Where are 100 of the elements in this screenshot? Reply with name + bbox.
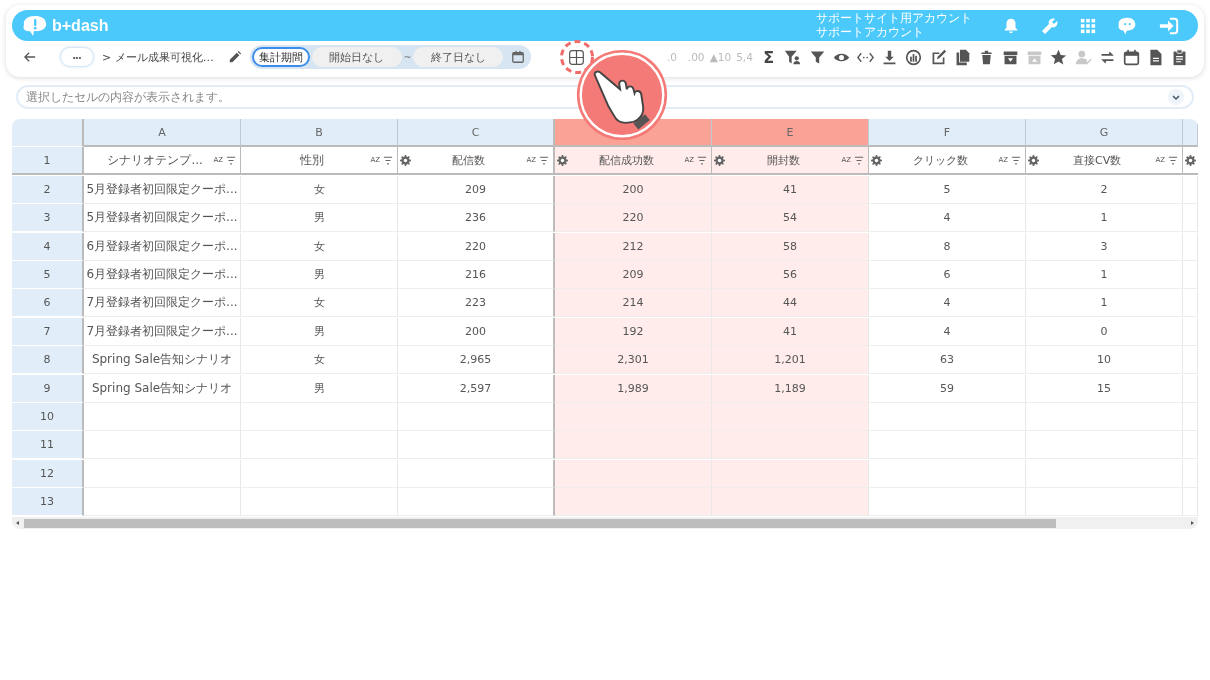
settings-icon[interactable]: [400, 154, 411, 166]
table-cell[interactable]: 1,201: [712, 346, 869, 375]
column-header: 開封数: [765, 152, 801, 168]
table-cell[interactable]: 56: [712, 260, 869, 289]
horizontal-scrollbar[interactable]: [12, 517, 1198, 530]
table-cell[interactable]: 女: [241, 289, 398, 318]
table-cell[interactable]: 7月登録者初回限定クーポ...: [84, 317, 241, 346]
table-cell[interactable]: 7月登録者初回限定クーポ...: [84, 289, 241, 318]
period-tab[interactable]: 開始日なし: [311, 47, 402, 67]
table-cell[interactable]: 58: [712, 232, 869, 261]
format-button[interactable]: Σ: [763, 47, 775, 67]
more-button[interactable]: •••: [60, 47, 94, 67]
calendar-icon[interactable]: [1123, 48, 1141, 66]
table-cell[interactable]: 1: [1026, 289, 1183, 318]
apps-icon[interactable]: [1080, 17, 1096, 34]
logo-text: b+dash: [52, 16, 109, 35]
settings-icon[interactable]: [871, 154, 882, 166]
table-cell[interactable]: 5月登録者初回限定クーポ...: [84, 175, 241, 204]
table-cell[interactable]: 3: [1026, 232, 1183, 261]
back-arrow-icon[interactable]: [24, 51, 36, 63]
table-cell[interactable]: 4: [869, 289, 1026, 318]
column-header: 直接CV数: [1072, 152, 1123, 168]
table-cell[interactable]: 4: [869, 204, 1026, 233]
settings-icon[interactable]: [714, 154, 725, 166]
pencil-icon[interactable]: [227, 50, 242, 64]
row-number: 2: [12, 175, 84, 204]
settings-icon[interactable]: [557, 154, 568, 166]
logo-icon: [22, 14, 48, 37]
formula-field[interactable]: 選択したセルの内容が表示されます。: [16, 85, 1194, 109]
table-cell[interactable]: 女: [241, 175, 398, 204]
chevron-down-icon[interactable]: [1168, 89, 1184, 105]
column-header: シナリオテンプ...: [106, 151, 204, 169]
filter-icon[interactable]: [226, 155, 236, 165]
table-cell[interactable]: 男: [241, 317, 398, 346]
table-cell[interactable]: 1: [1026, 260, 1183, 289]
table-cell[interactable]: 5月登録者初回限定クーポ...: [84, 204, 241, 233]
table-cell[interactable]: 6: [869, 260, 1026, 289]
table-cell[interactable]: Spring Sale告知シナリオ: [84, 346, 241, 375]
settings-icon[interactable]: [1185, 154, 1196, 166]
table-cell[interactable]: 209: [555, 260, 712, 289]
filter-person-icon[interactable]: [784, 48, 802, 66]
table-cell[interactable]: 女: [241, 232, 398, 261]
column-header: 配信数: [451, 152, 487, 168]
grid-icon[interactable]: [568, 48, 586, 66]
table-cell[interactable]: 44: [712, 289, 869, 318]
column-letter[interactable]: G: [1026, 119, 1183, 147]
table-cell[interactable]: 男: [241, 204, 398, 233]
column-letter[interactable]: C: [398, 119, 555, 147]
table-cell[interactable]: 男: [241, 260, 398, 289]
filter-icon[interactable]: [539, 155, 549, 165]
table-cell[interactable]: 10: [1026, 346, 1183, 375]
table-cell[interactable]: 男: [241, 374, 398, 403]
table-cell[interactable]: 1,189: [712, 374, 869, 403]
table-cell[interactable]: 0: [1026, 317, 1183, 346]
table-cell[interactable]: 2: [1026, 175, 1183, 204]
table-cell[interactable]: 192: [555, 317, 712, 346]
column-header: 性別: [299, 151, 326, 169]
table-cell[interactable]: 1,989: [555, 374, 712, 403]
end-date-field[interactable]: 終了日なし: [413, 47, 504, 67]
table-cell[interactable]: 41: [712, 175, 869, 204]
sign-in-icon[interactable]: [1158, 15, 1180, 36]
table-cell[interactable]: 200: [555, 175, 712, 204]
column-header: 配信成功数: [597, 152, 655, 168]
period-tab[interactable]: 集計期間: [251, 47, 310, 67]
filter-icon[interactable]: [1168, 155, 1178, 165]
column-letter[interactable]: F: [869, 119, 1026, 147]
table-cell[interactable]: 214: [555, 289, 712, 318]
table-cell[interactable]: 8: [869, 232, 1026, 261]
chat-icon[interactable]: [1116, 15, 1138, 36]
table-cell[interactable]: 41: [712, 317, 869, 346]
filter-icon[interactable]: [854, 155, 864, 165]
column-header: クリック数: [911, 152, 969, 168]
chart-icon[interactable]: [905, 48, 923, 66]
bell-icon[interactable]: [1002, 16, 1020, 35]
table-cell[interactable]: 63: [869, 346, 1026, 375]
table-cell[interactable]: 女: [241, 346, 398, 375]
table-cell[interactable]: 6月登録者初回限定クーポ...: [84, 232, 241, 261]
row-number: 13: [12, 488, 84, 517]
table-cell[interactable]: 2,301: [555, 346, 712, 375]
table-cell[interactable]: 212: [555, 232, 712, 261]
settings-icon[interactable]: [1028, 154, 1039, 166]
table-cell[interactable]: 59: [869, 374, 1026, 403]
table-cell[interactable]: 54: [712, 204, 869, 233]
table-cell[interactable]: 220: [555, 204, 712, 233]
table-cell[interactable]: 4: [869, 317, 1026, 346]
row-number: 10: [12, 402, 84, 431]
account-name: サポートアカウント: [816, 25, 925, 39]
table-cell[interactable]: Spring Sale告知シナリオ: [84, 374, 241, 403]
column-letter[interactable]: B: [241, 119, 398, 147]
filter-icon[interactable]: [1011, 155, 1021, 165]
column-letter[interactable]: A: [84, 119, 241, 147]
table-cell[interactable]: 15: [1026, 374, 1183, 403]
table-cell[interactable]: 1: [1026, 204, 1183, 233]
table-cell[interactable]: 6月登録者初回限定クーポ...: [84, 260, 241, 289]
filter-icon[interactable]: [383, 155, 393, 165]
breadcrumb-title: > メール成果可視化…: [102, 49, 214, 65]
filter-icon[interactable]: [697, 155, 707, 165]
calendar-icon[interactable]: [511, 50, 526, 64]
star-icon[interactable]: [1050, 48, 1068, 66]
table-cell[interactable]: 5: [869, 175, 1026, 204]
